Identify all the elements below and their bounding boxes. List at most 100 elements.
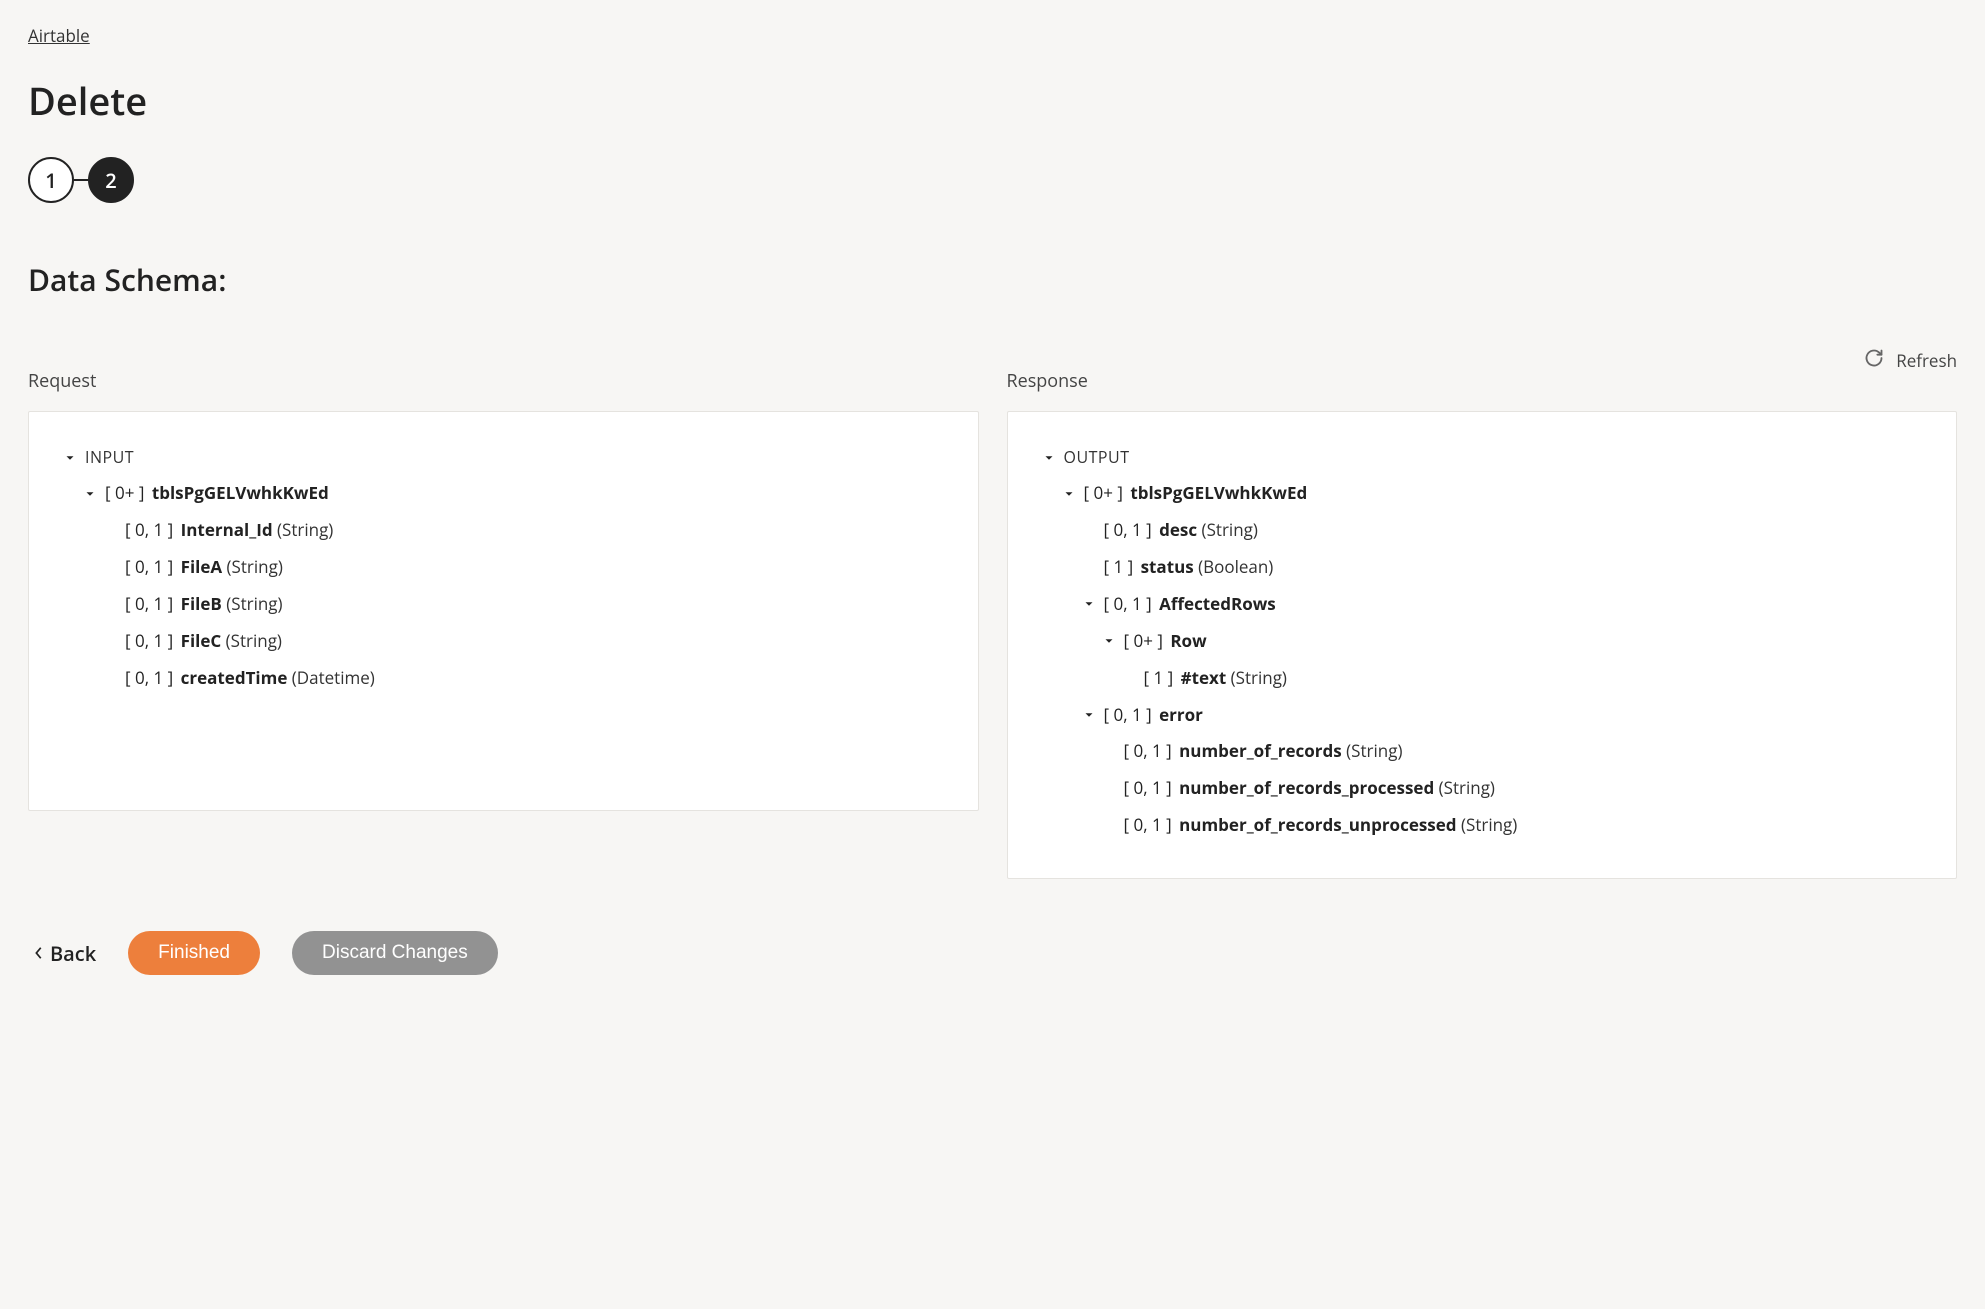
response-item-text: [ 0, 1 ] desc (String): [1104, 516, 1258, 545]
request-item[interactable]: [ 0+ ] tblsPgGELVwhkKwEd: [63, 475, 944, 512]
response-item: [ 0, 1 ] number_of_records (String): [1042, 733, 1923, 770]
request-item-text: [ 0, 1 ] FileC (String): [125, 627, 282, 656]
request-item: [ 0, 1 ] FileB (String): [63, 586, 944, 623]
field-type: (String): [222, 592, 283, 615]
request-item-text: [ 0, 1 ] Internal_Id (String): [125, 516, 333, 545]
cardinality: [ 0, 1 ]: [1124, 739, 1172, 762]
chevron-down-icon[interactable]: [83, 487, 97, 501]
response-item[interactable]: [ 0+ ] Row: [1042, 623, 1923, 660]
field-type: (Datetime): [287, 666, 374, 689]
field-type: (String): [273, 518, 334, 541]
request-label: Request: [28, 369, 979, 393]
stepper: 1 2: [28, 157, 1957, 203]
response-item-text: [ 1 ] #text (String): [1144, 664, 1287, 693]
field-name: Internal_Id: [176, 518, 272, 541]
field-type: (String): [222, 555, 283, 578]
chevron-down-icon[interactable]: [1102, 634, 1116, 648]
response-item[interactable]: [ 0+ ] tblsPgGELVwhkKwEd: [1042, 475, 1923, 512]
field-name: number_of_records_processed: [1175, 776, 1435, 799]
cardinality: [ 0, 1 ]: [125, 666, 173, 689]
chevron-down-icon[interactable]: [1062, 487, 1076, 501]
response-item: [ 0, 1 ] number_of_records_processed (St…: [1042, 770, 1923, 807]
field-type: (String): [1342, 739, 1403, 762]
field-name: createdTime: [176, 666, 287, 689]
cardinality: [ 0, 1 ]: [1104, 592, 1152, 615]
chevron-down-icon[interactable]: [1042, 451, 1056, 465]
cardinality: [ 1 ]: [1144, 666, 1174, 689]
discard-button[interactable]: Discard Changes: [292, 931, 498, 975]
cardinality: [ 1 ]: [1104, 555, 1134, 578]
chevron-down-icon[interactable]: [63, 451, 77, 465]
response-item-text: [ 0, 1 ] error: [1104, 701, 1203, 730]
breadcrumb-airtable[interactable]: Airtable: [28, 24, 90, 47]
field-type: (String): [1434, 776, 1495, 799]
request-root-label: INPUT: [85, 444, 134, 471]
response-item-text: [ 0+ ] Row: [1124, 627, 1207, 656]
step-2[interactable]: 2: [88, 157, 134, 203]
response-root-row[interactable]: OUTPUT: [1042, 440, 1923, 475]
response-root-label: OUTPUT: [1064, 444, 1130, 471]
request-panel: INPUT [ 0+ ] tblsPgGELVwhkKwEd [ 0, 1 ] I…: [28, 411, 979, 811]
field-name: Row: [1166, 629, 1207, 652]
cardinality: [ 0+ ]: [1124, 629, 1163, 652]
cardinality: [ 0, 1 ]: [1124, 813, 1172, 836]
step-1[interactable]: 1: [28, 157, 74, 203]
field-type: (Boolean): [1194, 555, 1274, 578]
response-label: Response: [1007, 369, 1958, 393]
response-item-text: [ 0, 1 ] number_of_records_processed (St…: [1124, 774, 1495, 803]
chevron-down-icon[interactable]: [1082, 708, 1096, 722]
field-name: AffectedRows: [1155, 592, 1276, 615]
request-item-text: [ 0+ ] tblsPgGELVwhkKwEd: [105, 479, 329, 508]
response-item[interactable]: [ 0, 1 ] error: [1042, 697, 1923, 734]
response-item: [ 1 ] status (Boolean): [1042, 549, 1923, 586]
field-name: FileC: [176, 629, 221, 652]
field-name: tblsPgGELVwhkKwEd: [147, 481, 328, 504]
field-name: number_of_records_unprocessed: [1175, 813, 1457, 836]
response-item-text: [ 0+ ] tblsPgGELVwhkKwEd: [1084, 479, 1308, 508]
cardinality: [ 0, 1 ]: [125, 555, 173, 578]
cardinality: [ 0, 1 ]: [125, 518, 173, 541]
field-name: number_of_records: [1175, 739, 1342, 762]
response-item: [ 1 ] #text (String): [1042, 660, 1923, 697]
response-item-text: [ 0, 1 ] number_of_records_unprocessed (…: [1124, 811, 1518, 840]
field-type: (String): [1226, 666, 1287, 689]
field-name: tblsPgGELVwhkKwEd: [1126, 481, 1307, 504]
back-button[interactable]: Back: [34, 940, 96, 967]
request-item: [ 0, 1 ] Internal_Id (String): [63, 512, 944, 549]
page-title: Delete: [28, 75, 1957, 127]
response-item-text: [ 1 ] status (Boolean): [1104, 553, 1274, 582]
request-item-text: [ 0, 1 ] FileA (String): [125, 553, 283, 582]
response-item-text: [ 0, 1 ] number_of_records (String): [1124, 737, 1403, 766]
field-name: error: [1155, 703, 1203, 726]
field-type: (String): [1197, 518, 1258, 541]
request-item: [ 0, 1 ] FileC (String): [63, 623, 944, 660]
response-item[interactable]: [ 0, 1 ] AffectedRows: [1042, 586, 1923, 623]
chevron-left-icon: [34, 946, 44, 960]
request-item: [ 0, 1 ] createdTime (Datetime): [63, 660, 944, 697]
response-item-text: [ 0, 1 ] AffectedRows: [1104, 590, 1276, 619]
section-heading: Data Schema:: [28, 259, 1957, 300]
request-root-row[interactable]: INPUT: [63, 440, 944, 475]
cardinality: [ 0, 1 ]: [125, 629, 173, 652]
field-name: FileB: [176, 592, 222, 615]
request-item: [ 0, 1 ] FileA (String): [63, 549, 944, 586]
request-item-text: [ 0, 1 ] createdTime (Datetime): [125, 664, 375, 693]
cardinality: [ 0, 1 ]: [1104, 518, 1152, 541]
request-item-text: [ 0, 1 ] FileB (String): [125, 590, 283, 619]
chevron-down-icon[interactable]: [1082, 597, 1096, 611]
response-item: [ 0, 1 ] desc (String): [1042, 512, 1923, 549]
cardinality: [ 0, 1 ]: [1104, 703, 1152, 726]
footer: Back Finished Discard Changes: [28, 931, 1957, 975]
step-connector: [74, 179, 88, 181]
cardinality: [ 0+ ]: [105, 481, 144, 504]
response-item: [ 0, 1 ] number_of_records_unprocessed (…: [1042, 807, 1923, 844]
finished-button[interactable]: Finished: [128, 931, 260, 975]
field-type: (String): [221, 629, 282, 652]
cardinality: [ 0, 1 ]: [125, 592, 173, 615]
field-name: desc: [1155, 518, 1197, 541]
cardinality: [ 0+ ]: [1084, 481, 1123, 504]
field-name: status: [1136, 555, 1194, 578]
back-label: Back: [50, 940, 96, 967]
field-type: (String): [1457, 813, 1518, 836]
field-name: FileA: [176, 555, 222, 578]
